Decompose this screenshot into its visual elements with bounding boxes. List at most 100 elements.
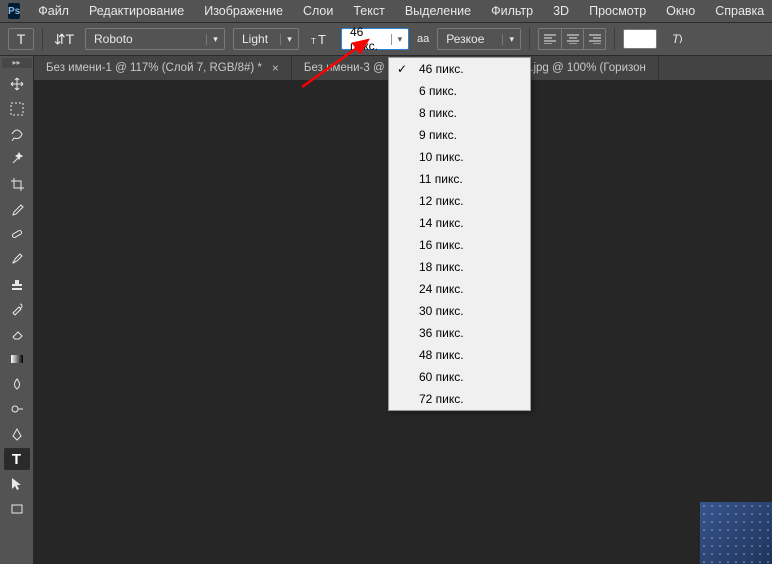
font-size-option[interactable]: 12 пикс. [389, 190, 530, 212]
gradient-icon [10, 352, 24, 366]
font-weight-value: Light [242, 32, 268, 46]
align-right-icon [589, 34, 601, 44]
font-size-option[interactable]: 9 пикс. [389, 124, 530, 146]
font-size-option[interactable]: 11 пикс. [389, 168, 530, 190]
font-size-option[interactable]: 8 пикс. [389, 102, 530, 124]
font-weight-select[interactable]: Light ▾ [233, 28, 299, 50]
align-left-button[interactable] [539, 29, 561, 49]
font-size-scrubber[interactable]: TT [307, 28, 333, 50]
navigator-thumbnail [700, 502, 772, 564]
tool-preset-button[interactable]: T [8, 28, 34, 50]
lasso-icon [10, 127, 24, 141]
font-size-option[interactable]: ✓46 пикс. [389, 58, 530, 80]
tool-options-bar: T ⇵T Roboto ▾ Light ▾ TT 46 пикс. ▾ aa Р… [0, 23, 772, 56]
font-family-value: Roboto [94, 32, 133, 46]
type-icon: T [17, 31, 26, 47]
text-color-swatch[interactable] [623, 29, 657, 49]
document-tab[interactable]: Без имени-1 @ 117% (Слой 7, RGB/8#) * × [34, 56, 292, 80]
text-orientation-button[interactable]: ⇵T [51, 28, 77, 50]
font-size-option[interactable]: 48 пикс. [389, 344, 530, 366]
drop-icon [10, 377, 24, 391]
svg-text:T: T [672, 32, 681, 46]
marquee-icon [10, 102, 24, 116]
separator [42, 28, 43, 50]
menu-item-edit[interactable]: Редактирование [81, 2, 192, 20]
menu-item-image[interactable]: Изображение [196, 2, 291, 20]
font-size-icon: TT [311, 32, 329, 46]
font-size-option[interactable]: 36 пикс. [389, 322, 530, 344]
font-size-option[interactable]: 18 пикс. [389, 256, 530, 278]
menu-item-layers[interactable]: Слои [295, 2, 341, 20]
tools-panel: ▸▸ T [0, 56, 34, 564]
svg-text:T: T [318, 32, 326, 46]
menu-item-help[interactable]: Справка [707, 2, 772, 20]
separator [529, 28, 530, 50]
menu-item-3d[interactable]: 3D [545, 2, 577, 20]
rectangle-icon [10, 502, 24, 516]
font-family-select[interactable]: Roboto ▾ [85, 28, 225, 50]
font-size-dropdown: ✓46 пикс. 6 пикс. 8 пикс. 9 пикс. 10 пик… [388, 57, 531, 411]
tab-label: Без имени-3 @ [304, 62, 385, 74]
chevron-down-icon: ▾ [206, 34, 220, 45]
menu-item-window[interactable]: Окно [658, 2, 703, 20]
menu-item-text[interactable]: Текст [345, 2, 392, 20]
magic-wand-tool[interactable] [4, 148, 30, 170]
font-size-option[interactable]: 30 пикс. [389, 300, 530, 322]
eyedropper-icon [10, 202, 24, 216]
shape-tool[interactable] [4, 498, 30, 520]
app-logo: Ps [8, 3, 20, 19]
bandage-icon [10, 227, 24, 241]
align-left-icon [544, 34, 556, 44]
align-center-icon [567, 34, 579, 44]
gradient-tool[interactable] [4, 348, 30, 370]
font-size-option[interactable]: 24 пикс. [389, 278, 530, 300]
lasso-tool[interactable] [4, 123, 30, 145]
menu-item-file[interactable]: Файл [30, 2, 77, 20]
move-tool[interactable] [4, 73, 30, 95]
dodge-icon [10, 402, 24, 416]
blur-tool[interactable] [4, 373, 30, 395]
font-size-value: 46 пикс. [350, 25, 391, 53]
font-size-option[interactable]: 6 пикс. [389, 80, 530, 102]
wand-icon [10, 152, 24, 166]
menu-item-view[interactable]: Просмотр [581, 2, 654, 20]
eraser-tool[interactable] [4, 323, 30, 345]
antialias-select[interactable]: Резкое ▾ [437, 28, 521, 50]
path-selection-tool[interactable] [4, 473, 30, 495]
healing-brush-tool[interactable] [4, 223, 30, 245]
font-size-option[interactable]: 60 пикс. [389, 366, 530, 388]
font-size-option[interactable]: 16 пикс. [389, 234, 530, 256]
brush-tool[interactable] [4, 248, 30, 270]
menu-item-select[interactable]: Выделение [397, 2, 479, 20]
dodge-tool[interactable] [4, 398, 30, 420]
eyedropper-tool[interactable] [4, 198, 30, 220]
pen-icon [10, 427, 24, 441]
align-center-button[interactable] [561, 29, 583, 49]
font-size-option[interactable]: 10 пикс. [389, 146, 530, 168]
align-right-button[interactable] [583, 29, 605, 49]
font-size-select[interactable]: 46 пикс. ▾ [341, 28, 409, 50]
panel-collapse-grip[interactable]: ▸▸ [2, 58, 32, 68]
close-icon[interactable]: × [272, 61, 279, 75]
arrow-cursor-icon [11, 477, 23, 491]
move-icon [10, 77, 24, 91]
svg-text:T: T [311, 37, 316, 46]
text-orientation-icon: ⇵T [54, 31, 74, 48]
warp-text-button[interactable]: T [665, 28, 691, 50]
type-tool[interactable]: T [4, 448, 30, 470]
history-brush-tool[interactable] [4, 298, 30, 320]
font-size-option[interactable]: 72 пикс. [389, 388, 530, 410]
clone-stamp-tool[interactable] [4, 273, 30, 295]
crop-icon [10, 177, 24, 191]
pen-tool[interactable] [4, 423, 30, 445]
menu-item-filter[interactable]: Фильтр [483, 2, 541, 20]
antialias-label: aa [417, 33, 429, 45]
separator [614, 28, 615, 50]
check-icon: ✓ [397, 62, 407, 76]
eraser-icon [10, 327, 24, 341]
stamp-icon [10, 277, 24, 291]
crop-tool[interactable] [4, 173, 30, 195]
marquee-tool[interactable] [4, 98, 30, 120]
history-brush-icon [10, 302, 24, 316]
font-size-option[interactable]: 14 пикс. [389, 212, 530, 234]
